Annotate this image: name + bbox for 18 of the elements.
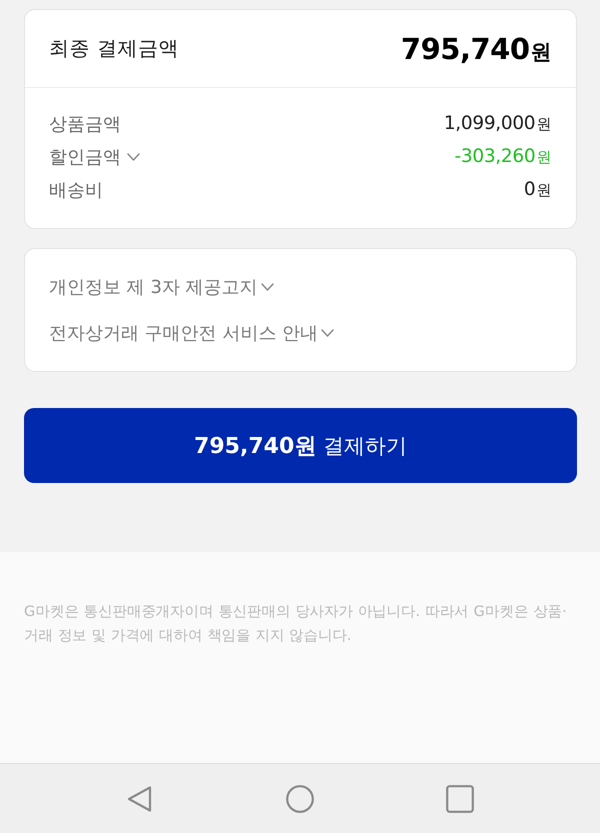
notice-link[interactable]: 개인정보 제 3자 제공고지 bbox=[49, 275, 258, 299]
chevron-icon[interactable] bbox=[321, 329, 334, 337]
disclaimer-text: G마켓은 통신판매중개자이며 통신판매의 당사자가 아닙니다. 따라서 G마켓은 상품·거래 정보 및 가격에 대하여 책임을 지지 않습니다. bbox=[24, 603, 568, 646]
notice-link[interactable]: 전자상거래 구매안전 서비스 안내 bbox=[49, 321, 318, 345]
price-value: 0원 bbox=[524, 179, 551, 200]
summary-title: 최종 결제금액 bbox=[49, 35, 179, 62]
home-icon[interactable] bbox=[286, 784, 314, 812]
price-label[interactable]: 할인금액 bbox=[49, 144, 121, 168]
price-label: 배송비 bbox=[49, 178, 103, 202]
pay-button[interactable]: 795,740원 결제하기 bbox=[24, 408, 577, 483]
price-value: -303,260원 bbox=[454, 146, 551, 167]
chevron-icon[interactable] bbox=[127, 152, 140, 160]
back-icon[interactable] bbox=[126, 784, 154, 812]
price-value: 1,099,000원 bbox=[444, 113, 551, 134]
recents-icon[interactable] bbox=[446, 784, 474, 812]
chevron-icon[interactable] bbox=[260, 283, 274, 291]
price-label: 상품금액 bbox=[49, 112, 121, 136]
total-amount: 795,740원 bbox=[400, 32, 551, 66]
